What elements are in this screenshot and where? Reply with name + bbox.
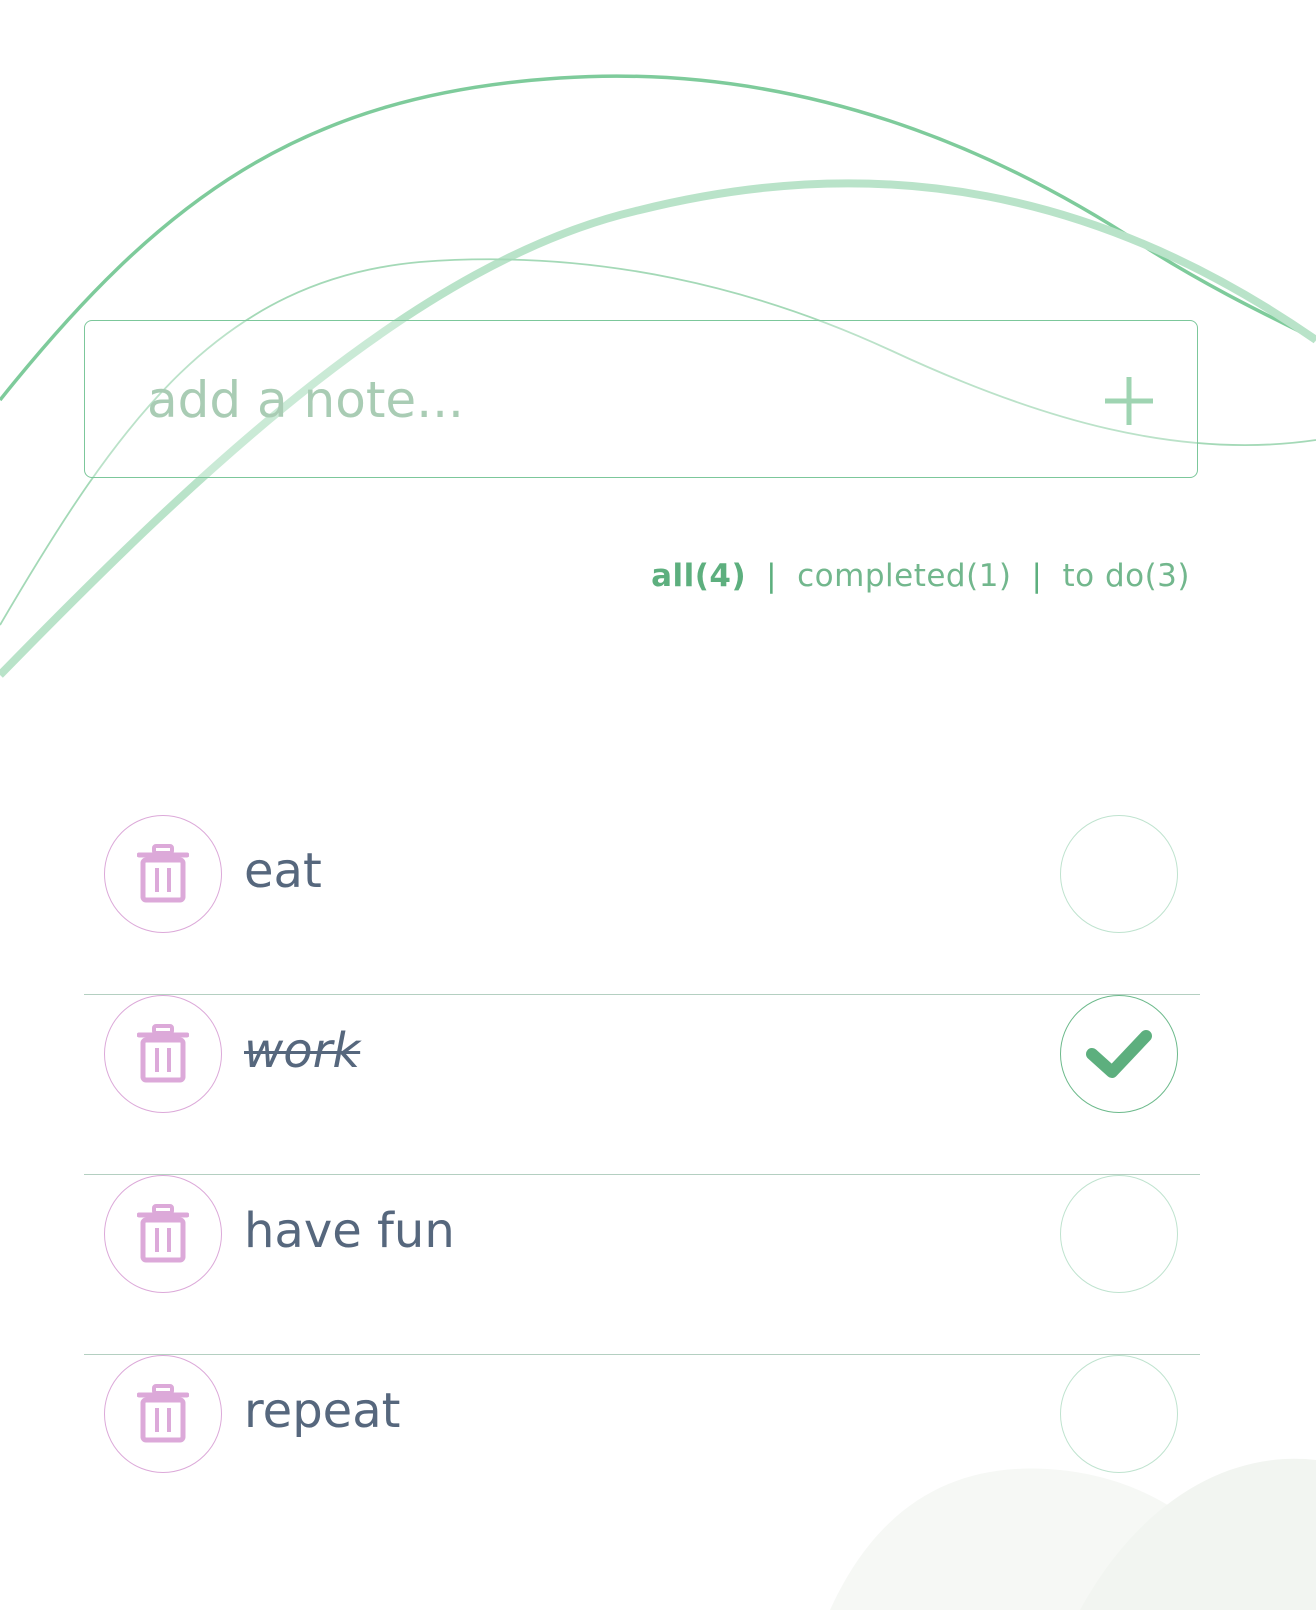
add-note-box [84,320,1198,478]
todo-list: eat work have fun repeat [84,815,1200,1535]
add-note-button[interactable] [1085,357,1173,445]
filter-separator: | [1031,558,1043,594]
list-item: eat [84,815,1200,995]
list-item: have fun [84,1175,1200,1355]
todo-text: have fun [244,1203,455,1259]
complete-toggle[interactable] [1060,1355,1178,1473]
filter-all[interactable]: all(4) [651,558,746,594]
trash-icon [137,1384,189,1443]
complete-toggle[interactable] [1060,1175,1178,1293]
complete-toggle[interactable] [1060,995,1178,1113]
trash-icon [137,844,189,903]
plus-icon [1105,377,1153,425]
filter-todo[interactable]: to do(3) [1062,558,1190,594]
filter-completed[interactable]: completed(1) [797,558,1011,594]
todo-app: all(4) | completed(1) | to do(3) eat [0,0,1316,1610]
todo-text: eat [244,843,322,899]
trash-icon [137,1024,189,1083]
delete-button[interactable] [104,1355,222,1473]
delete-button[interactable] [104,1175,222,1293]
trash-icon [137,1204,189,1263]
delete-button[interactable] [104,815,222,933]
check-icon [1086,1030,1152,1078]
add-note-input[interactable] [145,345,1049,455]
list-item: work [84,995,1200,1175]
todo-text: repeat [244,1383,401,1439]
filter-separator: | [766,558,778,594]
complete-toggle[interactable] [1060,815,1178,933]
filter-bar: all(4) | completed(1) | to do(3) [651,558,1190,594]
todo-text: work [244,1023,361,1079]
list-item: repeat [84,1355,1200,1535]
delete-button[interactable] [104,995,222,1113]
